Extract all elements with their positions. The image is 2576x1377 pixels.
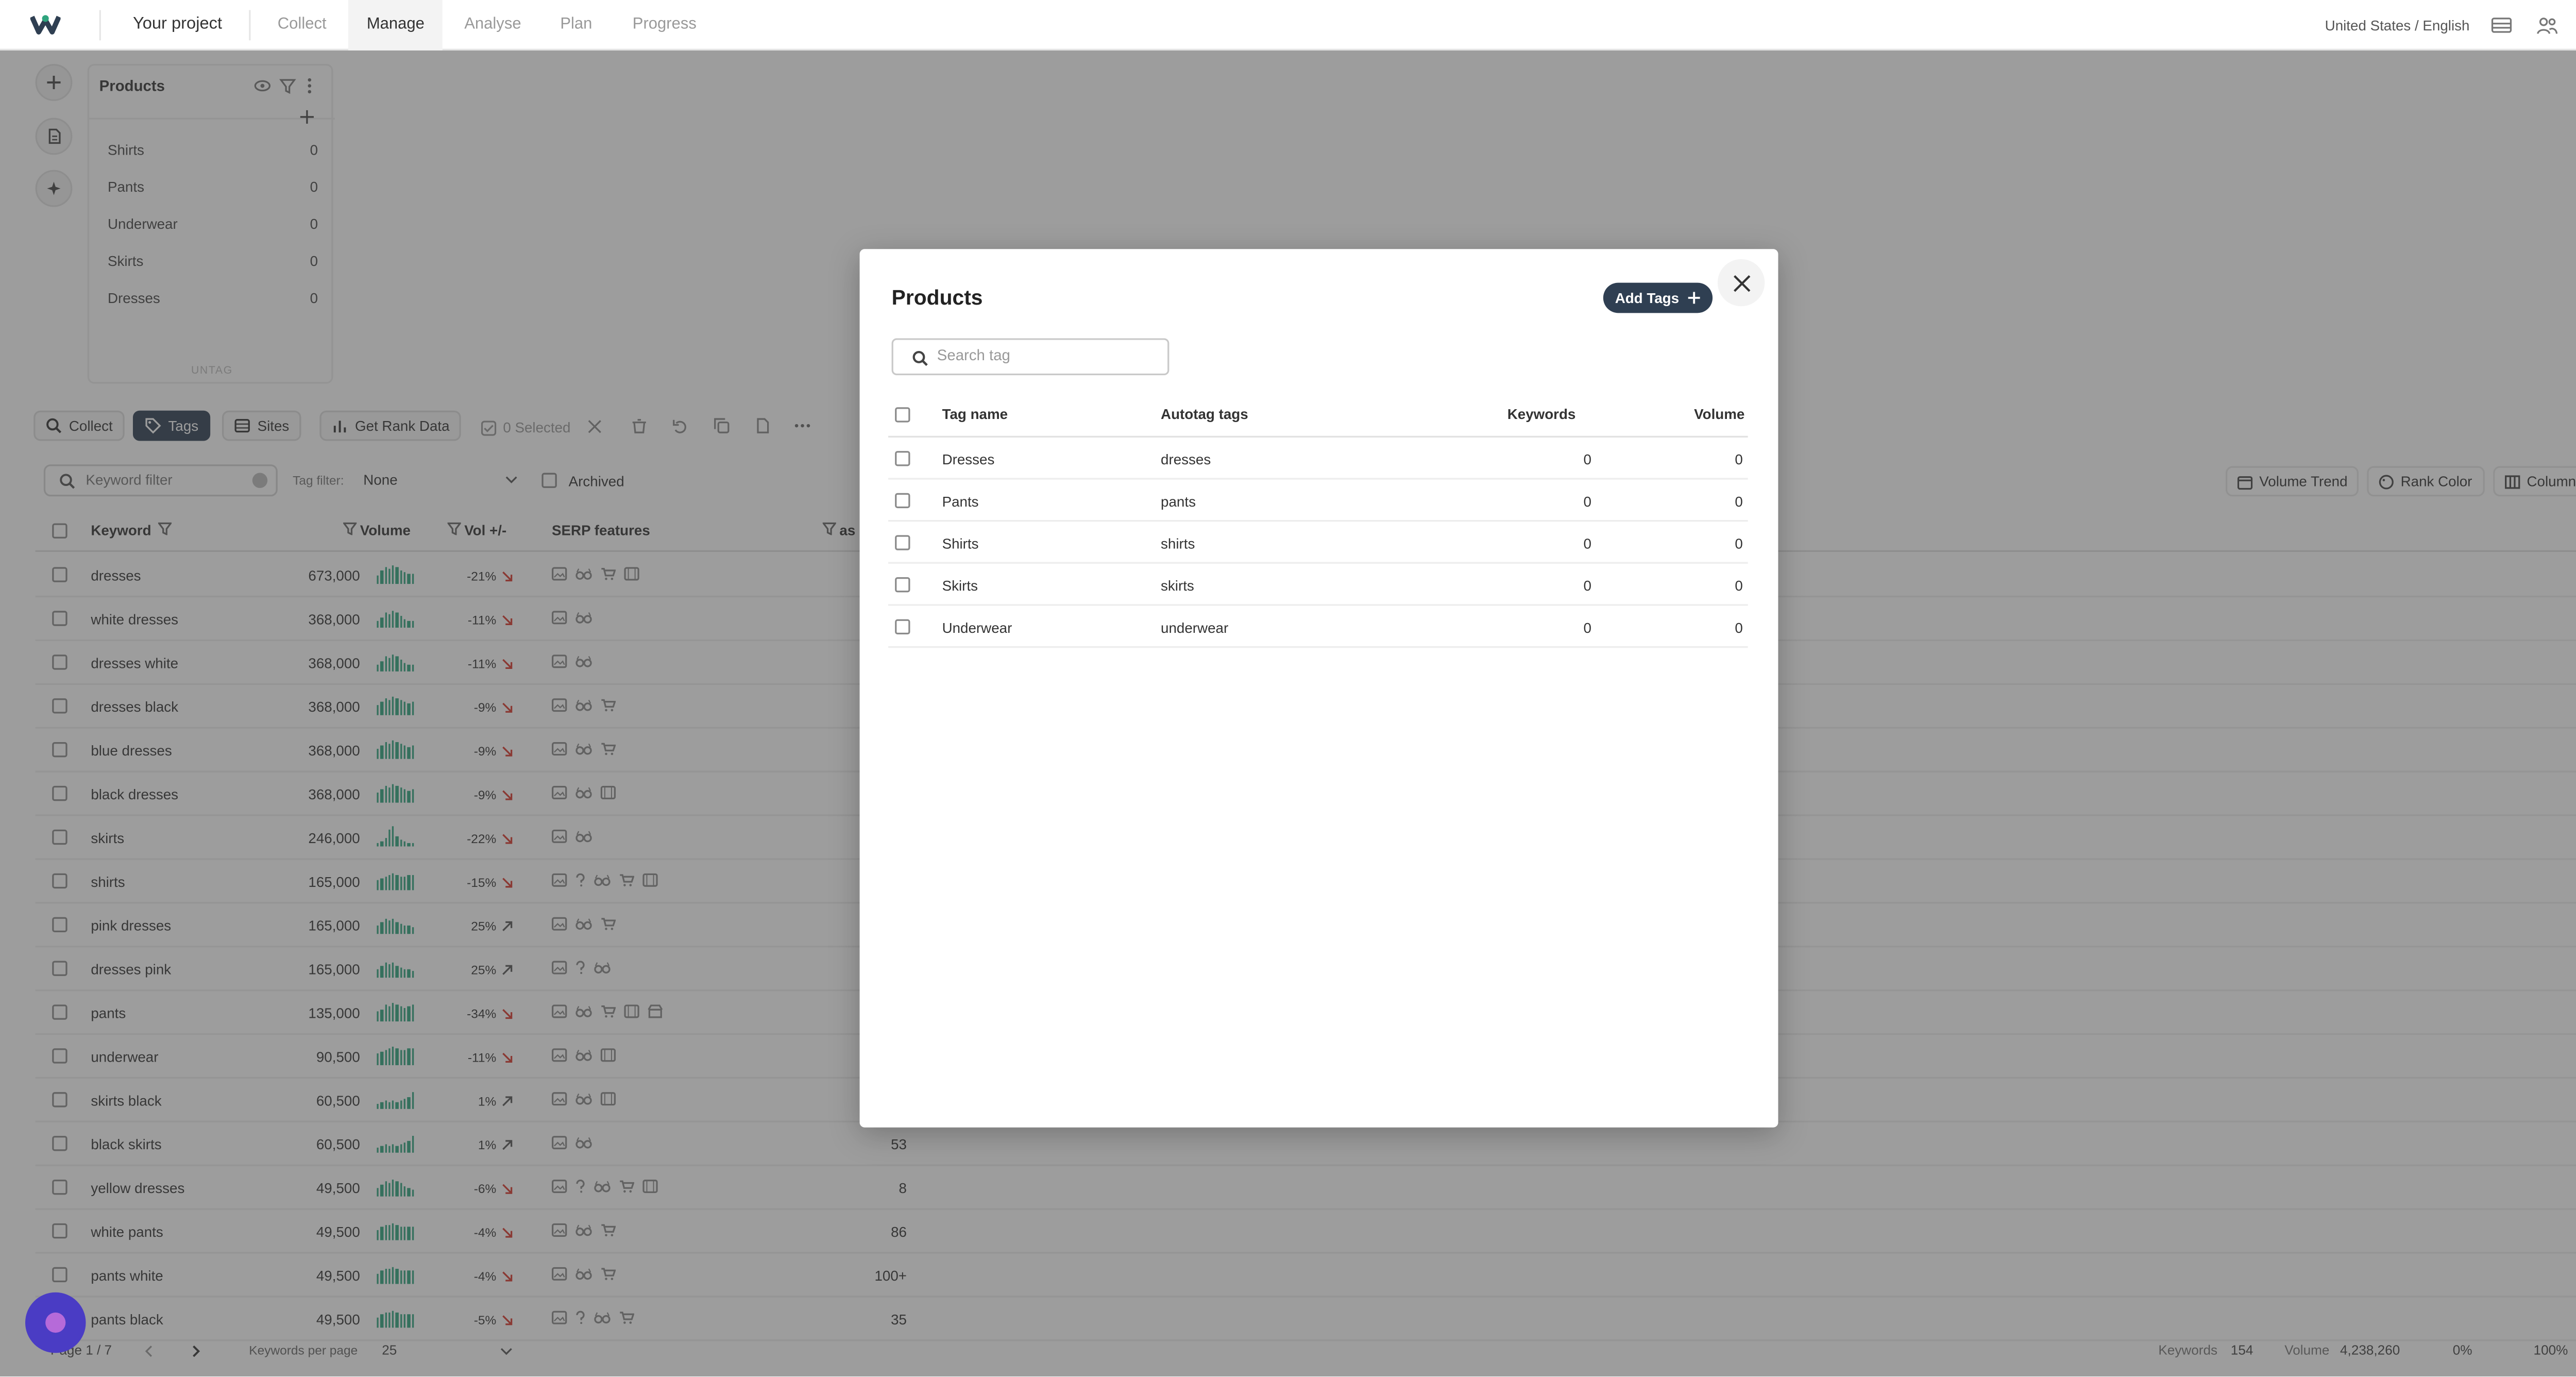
autotag-column-header[interactable]: Autotag tags xyxy=(1161,406,1248,423)
tag-row-checkbox[interactable] xyxy=(895,577,910,593)
divider xyxy=(249,10,251,41)
autotag-cell: pants xyxy=(1161,493,1196,510)
top-navigation-bar: Your project Collect Manage Analyse Plan… xyxy=(0,0,2576,51)
tab-analyse[interactable]: Analyse xyxy=(446,0,539,51)
locale-selector[interactable]: United States / English xyxy=(2325,17,2470,34)
select-all-tags-checkbox[interactable] xyxy=(895,407,910,423)
keywords-count-cell: 0 xyxy=(1583,493,1591,510)
tag-row[interactable]: Underwear underwear 0 0 xyxy=(888,606,1748,648)
plus-icon xyxy=(1688,292,1700,304)
volume-cell: 0 xyxy=(1735,451,1743,468)
tag-name-cell[interactable]: Dresses xyxy=(942,451,995,468)
close-icon xyxy=(1733,274,1750,291)
autotag-cell: shirts xyxy=(1161,535,1195,552)
tab-plan[interactable]: Plan xyxy=(541,0,611,51)
tab-manage[interactable]: Manage xyxy=(348,0,443,51)
autotag-cell: skirts xyxy=(1161,577,1194,594)
users-icon[interactable] xyxy=(2535,13,2559,37)
tag-name-cell[interactable]: Skirts xyxy=(942,577,978,594)
tag-name-cell[interactable]: Pants xyxy=(942,493,979,510)
tag-row-checkbox[interactable] xyxy=(895,493,910,509)
tab-progress[interactable]: Progress xyxy=(614,0,715,51)
add-tags-label: Add Tags xyxy=(1615,289,1680,307)
tag-name-cell[interactable]: Underwear xyxy=(942,619,1012,636)
close-modal-button[interactable] xyxy=(1717,259,1765,307)
add-tags-button[interactable]: Add Tags xyxy=(1603,282,1713,313)
tag-search-field[interactable] xyxy=(891,338,1170,376)
autotag-cell: dresses xyxy=(1161,451,1211,468)
tag-row[interactable]: Dresses dresses 0 0 xyxy=(888,438,1748,480)
tag-row[interactable]: Skirts skirts 0 0 xyxy=(888,564,1748,606)
tag-name-cell[interactable]: Shirts xyxy=(942,535,979,552)
volume-cell: 0 xyxy=(1735,535,1743,552)
products-modal: Products Add Tags Tag name Autotag tags … xyxy=(859,249,1778,1128)
project-name[interactable]: Your project xyxy=(133,15,222,33)
tag-row[interactable]: Shirts shirts 0 0 xyxy=(888,522,1748,564)
tab-collect[interactable]: Collect xyxy=(259,0,345,51)
tag-row-checkbox[interactable] xyxy=(895,451,910,466)
app-root: Your project Collect Manage Analyse Plan… xyxy=(0,0,2576,1377)
volume-cell: 0 xyxy=(1735,493,1743,510)
app-logo-icon[interactable] xyxy=(30,12,61,39)
volume-cell: 0 xyxy=(1735,619,1743,636)
chat-launcher-button[interactable] xyxy=(25,1292,86,1353)
tag-search-input[interactable] xyxy=(937,346,1156,364)
keywords-count-cell: 0 xyxy=(1583,577,1591,594)
list-view-icon[interactable] xyxy=(2490,13,2514,37)
tag-row-checkbox[interactable] xyxy=(895,535,910,550)
volume-cell: 0 xyxy=(1735,577,1743,594)
keywords-count-cell: 0 xyxy=(1583,535,1591,552)
volume-column-header[interactable]: Volume xyxy=(1694,406,1744,423)
tag-name-column-header[interactable]: Tag name xyxy=(942,406,1008,423)
keywords-count-cell: 0 xyxy=(1583,619,1591,636)
chat-icon xyxy=(45,1312,66,1333)
divider xyxy=(99,10,101,41)
modal-title: Products xyxy=(891,286,983,310)
autotag-cell: underwear xyxy=(1161,619,1229,636)
tag-row-checkbox[interactable] xyxy=(895,619,910,635)
keywords-count-cell: 0 xyxy=(1583,451,1591,468)
tag-row[interactable]: Pants pants 0 0 xyxy=(888,480,1748,522)
keywords-column-header[interactable]: Keywords xyxy=(1507,406,1576,423)
search-icon xyxy=(912,350,928,366)
